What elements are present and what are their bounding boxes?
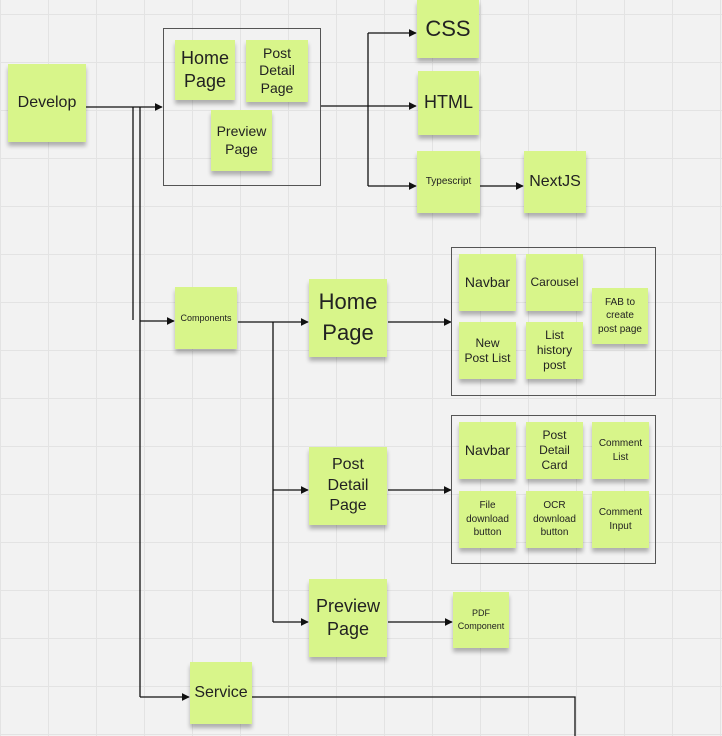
detail-comment-input-label: Comment Input: [598, 507, 643, 532]
detail-post-detail-card-label: Post Detail Card: [539, 428, 570, 472]
connector-service-out: [252, 696, 576, 736]
typescript-note[interactable]: Typescript: [417, 151, 480, 213]
service-label: Service: [194, 683, 248, 701]
detail-file-download-button-label: File download button: [466, 500, 509, 539]
develop-label: Develop: [17, 93, 77, 111]
nextjs-note[interactable]: NextJS: [524, 151, 586, 213]
home-page-note[interactable]: Home Page: [175, 40, 235, 100]
home-list-history-post-note[interactable]: List history post: [526, 322, 583, 379]
pdf-component-label: PDF Component: [457, 608, 505, 631]
home-navbar-note[interactable]: Navbar: [459, 254, 516, 311]
html-label: HTML: [424, 92, 473, 113]
post-detail-page-note[interactable]: Post Detail Page: [246, 40, 308, 102]
detail-post-detail-card-note[interactable]: Post Detail Card: [526, 422, 583, 479]
components-note[interactable]: Components: [175, 287, 237, 349]
preview-page-note[interactable]: Preview Page: [211, 110, 272, 171]
css-note[interactable]: CSS: [417, 0, 479, 58]
detail-comment-list-label: Comment List: [598, 438, 643, 463]
whiteboard[interactable]: Develop Home Page Post Detail Page Previ…: [0, 0, 722, 736]
home-new-post-list-label: New Post List: [464, 335, 511, 365]
home-carousel-label: Carousel: [530, 275, 579, 289]
home-new-post-list-note[interactable]: New Post List: [459, 322, 516, 379]
detail-ocr-download-button-label: OCR download button: [533, 500, 576, 539]
service-note[interactable]: Service: [190, 662, 252, 724]
post-detail-page-label: Post Detail Page: [259, 44, 295, 96]
detail-comment-list-note[interactable]: Comment List: [592, 422, 649, 479]
components-preview-page-note[interactable]: Preview Page: [309, 579, 387, 657]
detail-file-download-button-note[interactable]: File download button: [459, 491, 516, 548]
detail-comment-input-note[interactable]: Comment Input: [592, 491, 649, 548]
detail-navbar-label: Navbar: [464, 441, 511, 458]
typescript-label: Typescript: [425, 176, 472, 188]
components-post-detail-page-label: Post Detail Page: [327, 455, 369, 515]
html-note[interactable]: HTML: [418, 71, 479, 135]
preview-page-label: Preview Page: [216, 123, 267, 157]
components-home-page-label: Home Page: [318, 289, 378, 345]
detail-navbar-note[interactable]: Navbar: [459, 422, 516, 479]
components-label: Components: [180, 312, 232, 323]
components-preview-page-label: Preview Page: [315, 595, 381, 639]
detail-ocr-download-button-note[interactable]: OCR download button: [526, 491, 583, 548]
pdf-component-note[interactable]: PDF Component: [453, 592, 509, 648]
components-post-detail-page-note[interactable]: Post Detail Page: [309, 447, 387, 525]
nextjs-label: NextJS: [529, 172, 581, 190]
home-fab-note[interactable]: FAB to create post page: [592, 288, 648, 344]
css-label: CSS: [425, 15, 471, 41]
home-fab-label: FAB to create post page: [598, 296, 642, 335]
home-carousel-note[interactable]: Carousel: [526, 254, 583, 311]
home-navbar-label: Navbar: [464, 273, 511, 290]
components-home-page-note[interactable]: Home Page: [309, 279, 387, 357]
home-page-label: Home Page: [180, 47, 229, 91]
develop-note[interactable]: Develop: [8, 64, 86, 142]
home-list-history-post-label: List history post: [536, 328, 573, 372]
